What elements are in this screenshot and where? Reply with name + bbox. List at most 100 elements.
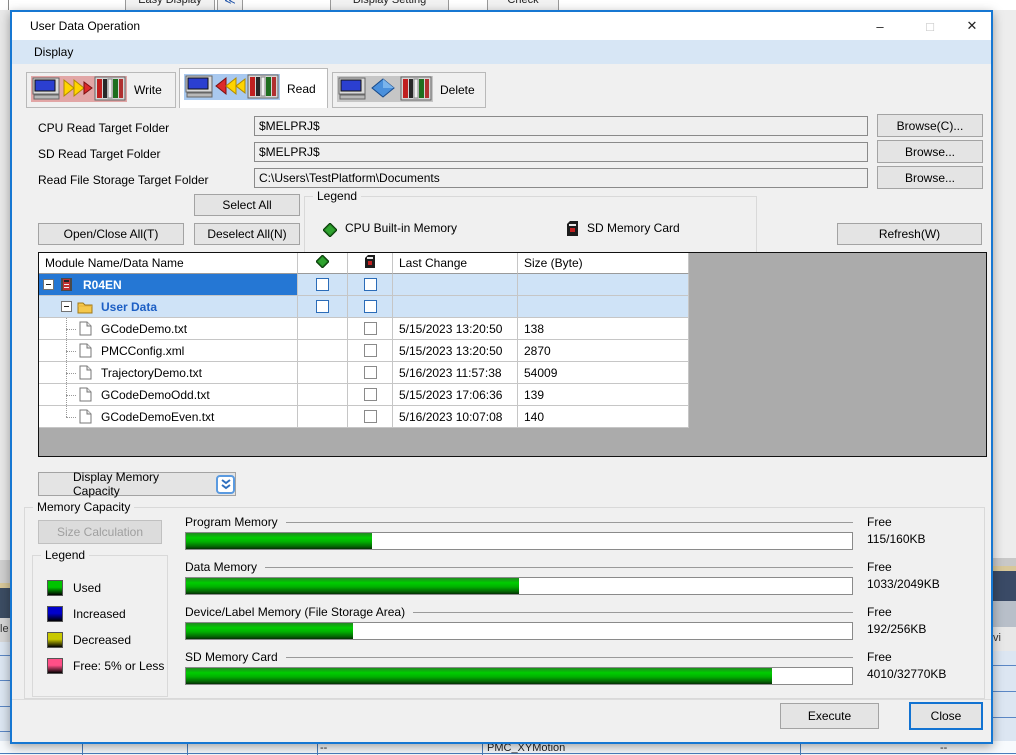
background-right-edge: vi [991, 10, 1016, 755]
column-header-cpu-memory[interactable] [298, 253, 348, 274]
sd-checkbox[interactable] [364, 366, 377, 379]
column-header-sd-card[interactable] [348, 253, 393, 274]
tab-delete-label: Delete [440, 83, 475, 97]
bg-right-label: vi [991, 627, 1016, 651]
sd-checkbox[interactable] [364, 344, 377, 357]
cpu-memory-icon [316, 255, 329, 271]
collapse-toggle[interactable] [61, 301, 72, 312]
legend-group-title: Legend [313, 189, 361, 203]
size-cell: 138 [518, 318, 689, 340]
size-cell: 2870 [518, 340, 689, 362]
sd-checkbox[interactable] [364, 410, 377, 423]
menu-display[interactable]: Display [28, 40, 79, 64]
browse-cpu-button[interactable]: Browse(C)... [877, 114, 983, 137]
refresh-button[interactable]: Refresh(W) [837, 223, 982, 245]
bg-left-label: le [0, 618, 10, 642]
size-cell: 140 [518, 406, 689, 428]
file-name: GCodeDemoOdd.txt [101, 388, 210, 402]
write-tab-icon [31, 76, 127, 105]
data-memory-bar-fill [186, 578, 519, 594]
sd-memory-card-label: SD Memory Card [185, 650, 853, 664]
table-row-file[interactable]: GCodeDemo.txt 5/15/2023 13:20:50 138 [39, 318, 689, 340]
column-header-name[interactable]: Module Name/Data Name [39, 253, 298, 274]
file-storage-target-folder-input[interactable] [254, 168, 868, 188]
tab-delete[interactable]: Delete [332, 72, 486, 108]
cpu-checkbox[interactable] [316, 278, 329, 291]
program-memory-label: Program Memory [185, 515, 853, 529]
deselect-all-button[interactable]: Deselect All(N) [194, 223, 300, 245]
column-header-size[interactable]: Size (Byte) [518, 253, 689, 274]
increased-label: Increased [73, 606, 126, 622]
file-icon [79, 343, 92, 361]
memory-legend-title: Legend [41, 548, 89, 562]
size-cell: 139 [518, 384, 689, 406]
sd-checkbox[interactable] [364, 388, 377, 401]
read-tab-icon [184, 74, 280, 103]
sd-checkbox[interactable] [364, 300, 377, 313]
last-change-cell: 5/16/2023 10:07:08 [393, 406, 518, 428]
sd-checkbox[interactable] [364, 278, 377, 291]
last-change-cell: 5/16/2023 11:57:38 [393, 362, 518, 384]
file-icon [79, 409, 92, 427]
file-name: PMCConfig.xml [101, 344, 184, 358]
cpu-memory-icon [323, 223, 337, 240]
folder-name: User Data [101, 300, 157, 314]
collapse-toggle[interactable] [43, 279, 54, 290]
sd-read-target-folder-input[interactable] [254, 142, 868, 162]
device-label-memory-label: Device/Label Memory (File Storage Area) [185, 605, 853, 619]
file-table: Module Name/Data Name Last Change Size (… [38, 252, 987, 457]
memory-legend-group: Legend Used Increased Decreased Free: 5%… [32, 555, 168, 697]
bg-separator [8, 0, 9, 10]
free-low-label: Free: 5% or Less [73, 658, 164, 674]
select-all-button[interactable]: Select All [194, 194, 300, 216]
table-row-module[interactable]: R04EN [39, 274, 689, 296]
device-label-memory-free: Free192/256KB [867, 604, 987, 638]
table-row-file[interactable]: GCodeDemoOdd.txt 5/15/2023 17:06:36 139 [39, 384, 689, 406]
sd-card-icon [567, 221, 578, 239]
size-cell [518, 274, 689, 296]
cpu-read-target-folder-input[interactable] [254, 116, 868, 136]
used-label: Used [73, 580, 101, 596]
delete-tab-icon [337, 76, 433, 105]
last-change-cell [393, 274, 518, 296]
display-memory-capacity-button[interactable]: Display Memory Capacity [38, 472, 236, 496]
size-calculation-button[interactable]: Size Calculation [38, 520, 162, 544]
memory-type-legend-group: Legend CPU Built-in Memory SD Memory Car… [304, 196, 757, 256]
close-window-button[interactable]: ✕ [955, 12, 989, 40]
plc-module-icon [59, 278, 74, 295]
display-memory-capacity-label: Display Memory Capacity [73, 470, 204, 498]
file-name: TrajectoryDemo.txt [101, 366, 202, 380]
file-storage-target-folder-label: Read File Storage Target Folder [38, 171, 209, 189]
cpu-read-target-folder-label: CPU Read Target Folder [38, 119, 169, 137]
browse-filestorage-button[interactable]: Browse... [877, 166, 983, 189]
open-close-all-button[interactable]: Open/Close All(T) [38, 223, 184, 245]
maximize-button[interactable]: □ [910, 12, 950, 40]
tab-read[interactable]: Read [179, 68, 328, 108]
minimize-button[interactable]: – [860, 12, 900, 40]
table-row-file[interactable]: TrajectoryDemo.txt 5/16/2023 11:57:38 54… [39, 362, 689, 384]
tab-write-label: Write [134, 83, 162, 97]
menubar: Display [12, 40, 991, 64]
tab-read-label: Read [287, 82, 316, 96]
browse-sd-button[interactable]: Browse... [877, 140, 983, 163]
tab-write[interactable]: Write [26, 72, 176, 108]
file-name: GCodeDemoEven.txt [101, 410, 214, 424]
table-row-file[interactable]: GCodeDemoEven.txt 5/16/2023 10:07:08 140 [39, 406, 689, 428]
titlebar[interactable]: User Data Operation – □ ✕ [12, 12, 991, 40]
last-change-cell: 5/15/2023 17:06:36 [393, 384, 518, 406]
cpu-checkbox[interactable] [316, 300, 329, 313]
table-row-file[interactable]: PMCConfig.xml 5/15/2023 13:20:50 2870 [39, 340, 689, 362]
column-header-last-change[interactable]: Last Change [393, 253, 518, 274]
dialog-title: User Data Operation [30, 12, 140, 40]
table-row-folder[interactable]: User Data [39, 296, 689, 318]
sd-card-legend-label: SD Memory Card [587, 221, 680, 235]
last-change-cell: 5/15/2023 13:20:50 [393, 318, 518, 340]
execute-button[interactable]: Execute [780, 703, 879, 729]
sd-memory-card-free: Free4010/32770KB [867, 649, 987, 683]
sd-memory-card-bar [185, 667, 853, 685]
last-change-cell [393, 296, 518, 318]
user-data-operation-dialog: User Data Operation – □ ✕ Display [10, 10, 993, 744]
close-button[interactable]: Close [909, 702, 983, 730]
sd-read-target-folder-label: SD Read Target Folder [38, 145, 161, 163]
sd-checkbox[interactable] [364, 322, 377, 335]
